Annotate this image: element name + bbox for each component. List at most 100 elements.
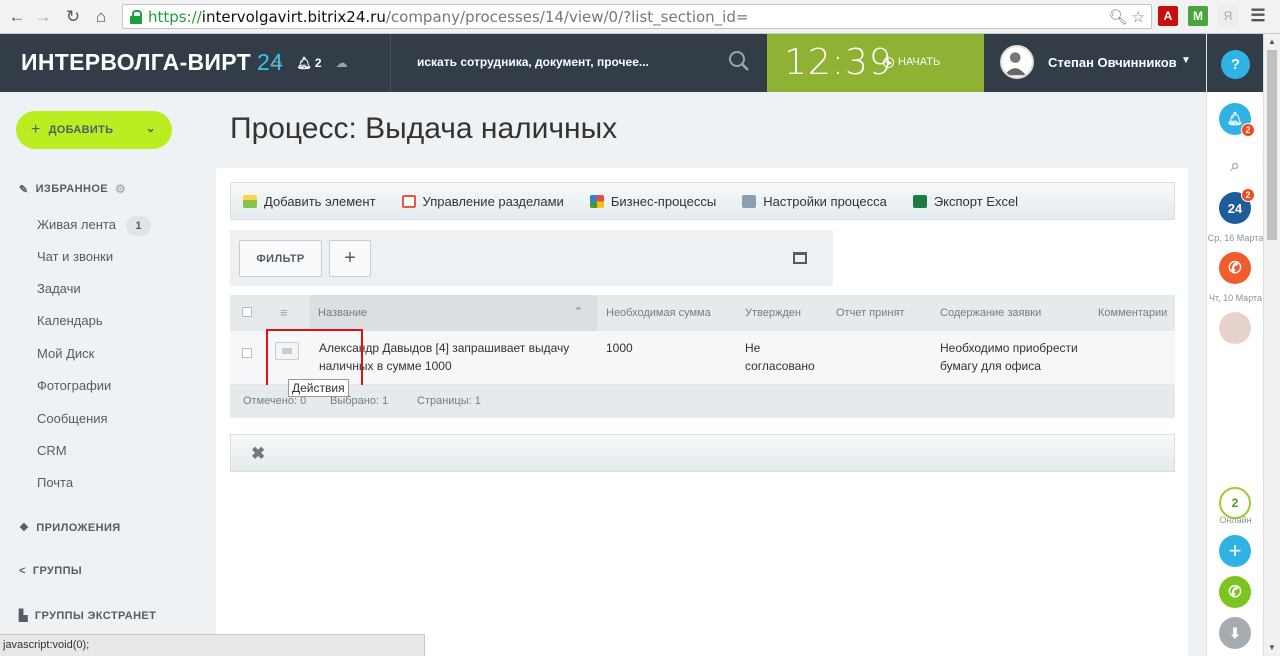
add-icon[interactable]: + <box>1219 535 1251 567</box>
column-settings-icon[interactable]: ≡ <box>280 305 288 320</box>
star-icon[interactable]: ☆ <box>1132 8 1145 26</box>
share-icon: < <box>19 565 26 577</box>
portal-logo[interactable]: ИНТЕРВОЛГА-ВИРТ 24 <box>21 49 283 76</box>
add-button[interactable]: + ДОБАВИТЬ ⌄ <box>16 111 172 149</box>
column-header-name[interactable]: Название ⌃ <box>310 295 597 331</box>
menu-section-groups[interactable]: < ГРУППЫ <box>19 565 82 577</box>
reload-icon[interactable]: ↻ <box>62 6 84 28</box>
column-header-report[interactable]: Отчет принят <box>836 307 904 319</box>
clock-time: 12:39 <box>784 42 893 83</box>
window-icon[interactable] <box>793 252 807 264</box>
grid-footer: Отмечено: 0 Выбрано: 1 Страницы: 1 <box>230 385 1175 418</box>
column-header-amount[interactable]: Необходимая сумма <box>606 307 711 319</box>
menu-item-messages[interactable]: Сообщения <box>37 411 108 426</box>
search-icon[interactable]: ⌕ <box>1219 150 1251 182</box>
menu-item-calendar[interactable]: Календарь <box>37 313 103 328</box>
help-button[interactable]: ? <box>1221 50 1250 79</box>
table-row[interactable]: Александр Давыдов [4] запрашивает выдачу… <box>230 329 1175 406</box>
back-arrow-icon[interactable]: ← <box>6 6 28 28</box>
menu-item-disk[interactable]: Мой Диск <box>37 346 94 361</box>
grid-header: ≡ Название ⌃ Необходимая сумма Утвержден… <box>230 295 1175 331</box>
menu-item-tasks[interactable]: Задачи <box>37 281 81 296</box>
lock-icon <box>129 9 143 25</box>
browser-status-bar: javascript:void(0); <box>0 634 425 656</box>
pin-icon: ✎ <box>19 183 29 196</box>
yandex-extension-icon[interactable]: Я <box>1218 6 1238 26</box>
scroll-thumb[interactable] <box>1267 50 1277 240</box>
row-actions-button[interactable] <box>275 342 299 360</box>
chat-icon[interactable]: ▭ <box>271 56 282 70</box>
online-label: Онлайн <box>1219 515 1252 525</box>
notifications-button[interactable]: 🔔︎ 2 <box>1219 103 1255 137</box>
business-processes-button[interactable]: Бизнес-процессы <box>589 194 716 209</box>
menu-icon[interactable]: ☰ <box>1248 6 1268 26</box>
bell-icon[interactable]: 🔔︎ 2 <box>296 56 321 70</box>
list-grid: ≡ Название ⌃ Необходимая сумма Утвержден… <box>230 295 1175 418</box>
browser-toolbar: ← → ↻ ⌂ https://intervolgavirt.bitrix24.… <box>0 0 1280 34</box>
menu-item-live-feed[interactable]: Живая лента 1 <box>37 216 151 236</box>
play-icon <box>883 56 894 68</box>
plus-icon: + <box>31 121 41 138</box>
user-menu[interactable]: Степан Овчинников ▼ <box>984 34 1206 92</box>
apps-icon: ❖ <box>19 522 30 534</box>
chevron-down-icon[interactable]: ▼ <box>1181 55 1191 66</box>
cell-name[interactable]: Александр Давыдов [4] запрашивает выдачу… <box>319 339 569 375</box>
row-checkbox[interactable] <box>242 348 252 358</box>
add-element-button[interactable]: Добавить элемент <box>243 194 376 209</box>
cell-approved: Не согласовано <box>745 341 815 373</box>
search-input[interactable]: искать сотрудника, документ, прочее... <box>417 55 649 69</box>
menu-section-apps[interactable]: ❖ ПРИЛОЖЕНИЯ <box>19 521 121 535</box>
select-all-checkbox[interactable] <box>242 307 252 317</box>
recent-date-1: Ср, 16 Марта <box>1207 233 1264 243</box>
scroll-up-icon[interactable]: ▲ <box>1268 37 1276 46</box>
shield-extension-icon[interactable]: M <box>1188 6 1208 26</box>
menu-item-chat[interactable]: Чат и звонки <box>37 249 113 264</box>
portal-header: ИНТЕРВОЛГА-ВИРТ 24 ▭ 🔔︎ 2 ☁ искать сотруд… <box>0 34 1206 92</box>
process-settings-button[interactable]: Настройки процесса <box>742 194 887 209</box>
manage-sections-button[interactable]: Управление разделами <box>401 194 564 209</box>
left-menu: + ДОБАВИТЬ ⌄ ✎ ИЗБРАННОЕ ⚙ Живая лента 1 Чат … <box>0 92 216 656</box>
phone-call-icon[interactable]: ✆ <box>1219 252 1251 284</box>
zoom-icon[interactable]: 🔍︎ <box>1109 8 1128 26</box>
add-element-icon <box>243 194 257 208</box>
address-bar[interactable]: https://intervolgavirt.bitrix24.ru/compa… <box>122 4 1152 29</box>
settings-icon <box>742 194 757 208</box>
scroll-down-icon[interactable]: ▼ <box>1268 643 1276 652</box>
menu-item-mail[interactable]: Почта <box>37 475 73 490</box>
menu-item-photos[interactable]: Фотографии <box>37 378 111 393</box>
menu-section-extranet[interactable]: ▙ ГРУППЫ ЭКСТРАНЕТ <box>19 609 156 623</box>
url-protocol: https:// <box>148 7 202 26</box>
user-name[interactable]: Степан Овчинников <box>1048 55 1177 70</box>
timeman-block[interactable]: 12:39 НАЧАТЬ <box>767 34 984 92</box>
home-icon[interactable]: ⌂ <box>90 6 112 28</box>
close-icon[interactable]: ✖ <box>251 444 265 464</box>
search-icon[interactable] <box>728 50 750 72</box>
download-icon[interactable]: ⬇ <box>1219 617 1251 649</box>
column-header-approved[interactable]: Утвержден <box>745 307 801 319</box>
add-filter-button[interactable]: + <box>329 240 371 277</box>
export-excel-button[interactable]: Экспорт Excel <box>912 194 1018 209</box>
counter-badge: 1 <box>125 216 151 236</box>
url-path: /company/processes/14/view/0/?list_secti… <box>385 7 749 26</box>
contact-avatar[interactable] <box>1219 312 1251 344</box>
start-workday-button[interactable]: НАЧАТЬ <box>883 56 940 68</box>
scrollbar[interactable]: ▲ ▼ <box>1263 34 1280 656</box>
avatar[interactable] <box>1000 45 1034 79</box>
filter-button[interactable]: ФИЛЬТР <box>239 240 322 277</box>
gear-icon[interactable]: ⚙ <box>115 182 126 196</box>
forward-arrow-icon[interactable]: → <box>32 6 54 28</box>
extranet-icon: ▙ <box>19 610 28 622</box>
call-icon[interactable]: ✆ <box>1219 576 1251 608</box>
pdf-extension-icon[interactable]: A <box>1158 6 1178 26</box>
url-host: intervolgavirt.bitrix24.ru <box>201 7 386 26</box>
menu-item-crm[interactable]: CRM <box>37 443 67 458</box>
filter-panel: ФИЛЬТР + <box>230 230 833 286</box>
cloud-icon[interactable]: ☁ <box>336 56 348 70</box>
actions-tooltip: Действия <box>288 379 349 397</box>
bitrix24-icon[interactable]: 24 2 <box>1219 188 1255 224</box>
menu-section-favorites[interactable]: ✎ ИЗБРАННОЕ ⚙ <box>19 182 126 196</box>
search-box[interactable]: искать сотрудника, документ, прочее... <box>390 34 766 92</box>
page-title: Процесс: Выдача наличных <box>230 112 618 145</box>
column-header-content[interactable]: Содержание заявки <box>940 307 1041 319</box>
column-header-comments[interactable]: Комментарии <box>1098 307 1167 319</box>
